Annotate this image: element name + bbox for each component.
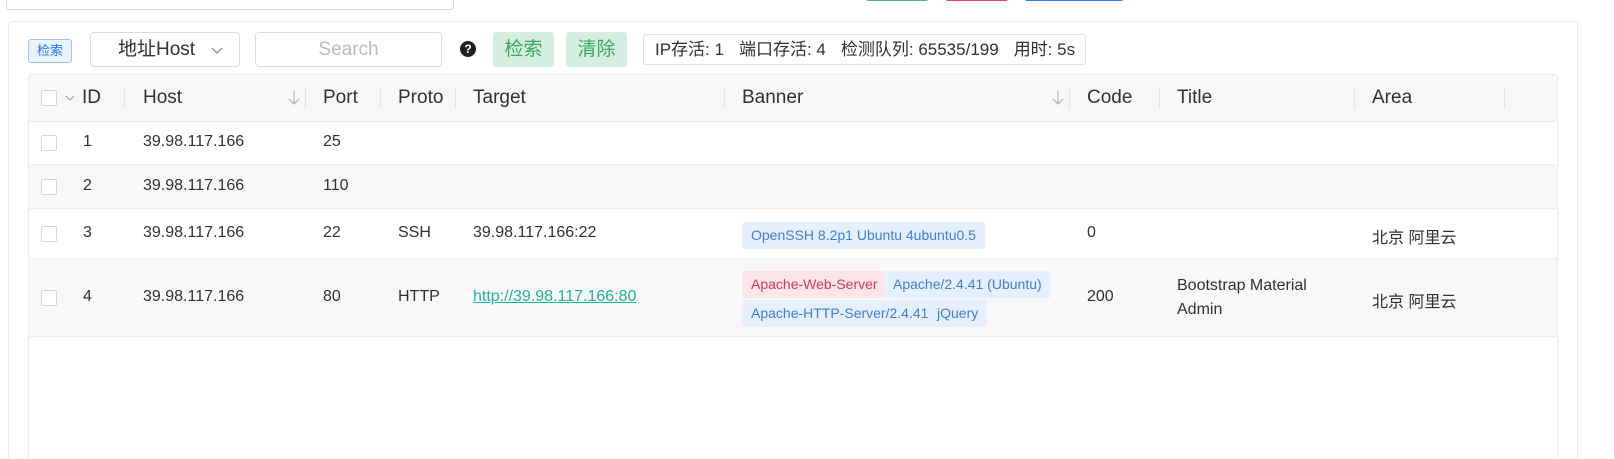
column-divider[interactable] [1069, 87, 1070, 109]
header-proto[interactable]: Proto [398, 75, 443, 121]
header-title[interactable]: Title [1177, 75, 1212, 121]
cell-host: 39.98.117.166 [143, 133, 245, 150]
stat-port-alive: 端口存活: 4 [738, 40, 826, 59]
field-select[interactable]: 地址Host [90, 32, 240, 67]
column-divider[interactable] [1159, 87, 1160, 109]
cell-port: 22 [323, 224, 341, 241]
top-red-button[interactable] [946, 0, 1008, 1]
cell-title-line: Admin [1177, 301, 1223, 318]
cell-host: 39.98.117.166 [143, 288, 245, 305]
header-target[interactable]: Target [473, 75, 526, 121]
table-row[interactable]: 1 39.98.117.166 25 [29, 121, 1557, 165]
cell-code: 200 [1087, 288, 1114, 305]
column-divider[interactable] [1504, 87, 1505, 109]
cell-title: Bootstrap Material Admin [1177, 274, 1337, 322]
field-select-value: 地址Host [118, 39, 196, 60]
top-blue-button[interactable] [1025, 0, 1123, 1]
target-link[interactable]: http://39.98.117.166:80 [473, 288, 636, 306]
toolbar: 检索 地址Host ? 检索 清除 IP存活: 1 端口存活: 4 检测队列: 65… [9, 22, 1577, 74]
table-header: ID Host Port Proto Target Banner Code Ti… [29, 75, 1557, 122]
results-card: 检索 地址Host ? 检索 清除 IP存活: 1 端口存活: 4 检测队列: 65… [8, 21, 1578, 459]
cell-id: 1 [83, 133, 92, 150]
banner-badge: jQuery [928, 300, 988, 327]
page: 检索 地址Host ? 检索 清除 IP存活: 1 端口存活: 4 检测队列: 65… [0, 0, 1614, 459]
search-button[interactable]: 检索 [493, 32, 554, 67]
header-area[interactable]: Area [1372, 75, 1412, 121]
table-row[interactable]: 2 39.98.117.166 110 [29, 165, 1557, 209]
clear-button[interactable]: 清除 [566, 32, 627, 67]
help-icon[interactable]: ? [460, 41, 476, 57]
search-input[interactable] [255, 32, 442, 67]
header-banner[interactable]: Banner [742, 75, 803, 121]
stat-ip-alive: IP存活: 1 [655, 40, 724, 59]
top-green-button[interactable] [866, 0, 928, 1]
header-code[interactable]: Code [1087, 75, 1132, 121]
cell-port: 25 [323, 133, 341, 150]
row-checkbox[interactable] [41, 290, 57, 306]
banner-badge: Apache-Web-Server [742, 271, 887, 298]
header-port[interactable]: Port [323, 75, 358, 121]
table-row[interactable]: 4 39.98.117.166 80 HTTP http://39.98.117… [29, 259, 1557, 337]
banner-badge: Apache-HTTP-Server/2.4.41 [742, 300, 938, 327]
cell-host: 39.98.117.166 [143, 177, 245, 194]
column-divider[interactable] [1354, 87, 1355, 109]
stat-elapsed: 用时: 5s [1013, 40, 1076, 59]
table-row[interactable]: 3 39.98.117.166 22 SSH 39.98.117.166:22 … [29, 209, 1557, 259]
cell-area: 北京 阿里云 [1372, 230, 1457, 247]
cell-proto: HTTP [398, 288, 440, 305]
banner-badge: OpenSSH 8.2p1 Ubuntu 4ubuntu0.5 [742, 222, 985, 249]
cell-port: 110 [323, 177, 349, 194]
row-checkbox[interactable] [41, 179, 57, 195]
scan-stats: IP存活: 1 端口存活: 4 检测队列: 65535/199 用时: 5s [643, 34, 1086, 65]
column-divider[interactable] [305, 87, 306, 109]
column-divider[interactable] [724, 87, 725, 109]
sort-arrow-icon[interactable] [1051, 90, 1065, 106]
results-table: ID Host Port Proto Target Banner Code Ti… [28, 74, 1558, 459]
row-checkbox[interactable] [41, 226, 57, 242]
column-divider[interactable] [380, 87, 381, 109]
search-tag: 检索 [28, 39, 73, 63]
select-all-checkbox[interactable] [41, 90, 57, 106]
column-divider[interactable] [124, 87, 125, 109]
chevron-down-icon [211, 47, 223, 54]
cell-id: 3 [83, 224, 92, 241]
cell-id: 2 [83, 177, 92, 194]
cell-title-line: Bootstrap Material [1177, 277, 1307, 294]
sort-arrow-icon[interactable] [287, 90, 301, 106]
stat-queue: 检测队列: 65535/199 [840, 40, 999, 59]
top-input-fragment[interactable] [6, 0, 454, 10]
header-host[interactable]: Host [143, 75, 182, 121]
cell-port: 80 [323, 288, 341, 305]
row-checkbox[interactable] [41, 135, 57, 151]
cell-target: 39.98.117.166:22 [473, 224, 597, 241]
header-id[interactable]: ID [82, 75, 101, 121]
banner-badge: Apache/2.4.41 (Ubuntu) [884, 271, 1051, 298]
cell-id: 4 [83, 288, 92, 305]
chevron-down-icon[interactable] [64, 92, 76, 104]
cell-code: 0 [1087, 224, 1096, 241]
cell-area: 北京 阿里云 [1372, 294, 1457, 311]
cell-proto: SSH [398, 224, 431, 241]
column-divider[interactable] [455, 87, 456, 109]
cell-host: 39.98.117.166 [143, 224, 245, 241]
